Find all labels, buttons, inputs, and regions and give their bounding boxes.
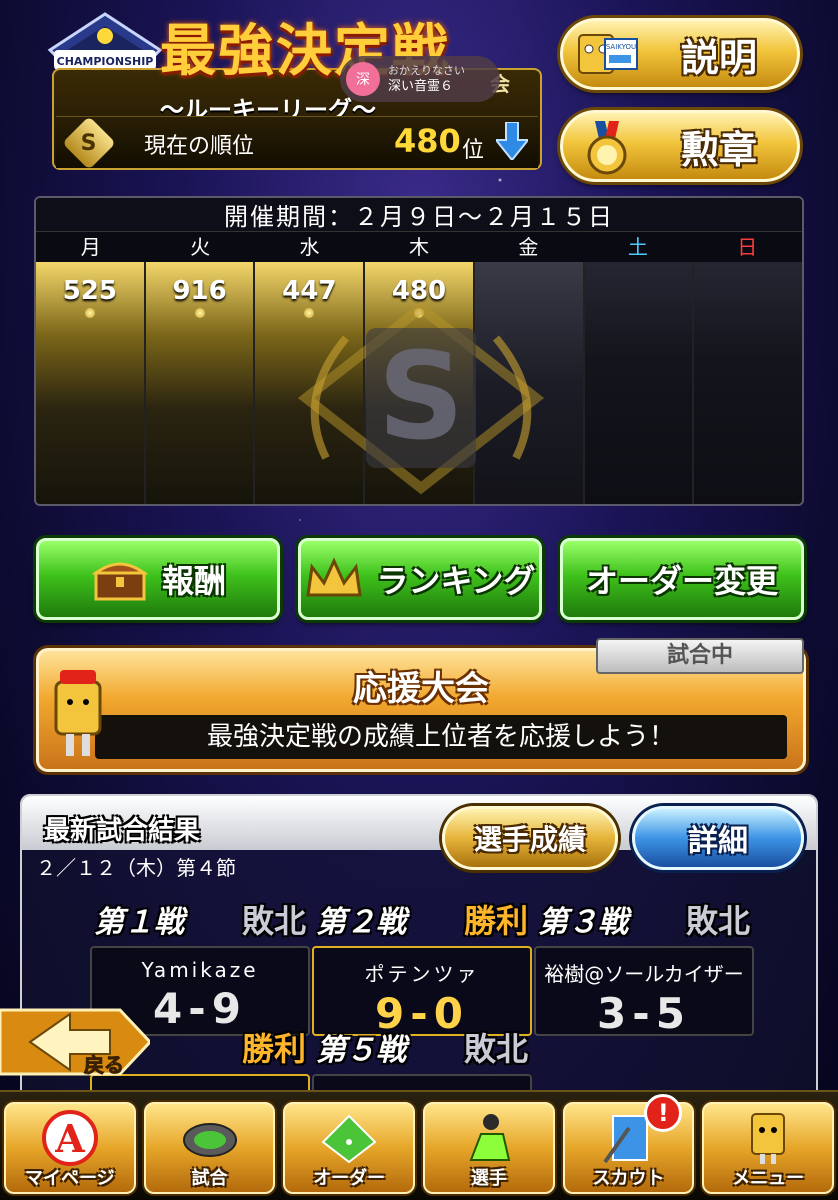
weekday-sat: 土 <box>627 235 648 259</box>
nav-mypage[interactable]: A マイページ <box>4 1102 136 1194</box>
weekday-wed: 水 <box>299 235 320 259</box>
opponent-name: ポテンツァ <box>364 962 480 986</box>
in-progress-badge: 試合中 <box>596 638 804 674</box>
svg-text:CHAMPIONSHIP: CHAMPIONSHIP <box>57 55 154 68</box>
schedule-board: 開催期間：２月９日～２月１５日 月 火 水 木 金 土 日 525 916 44… <box>34 196 804 506</box>
weekday-fri: 金 <box>518 235 539 259</box>
game-score-card: 裕樹@ソールカイザー 3-5 <box>534 946 754 1038</box>
explain-button[interactable]: SAIKYOU 説明 <box>560 18 800 90</box>
game-number: 第５戦 <box>316 1033 406 1068</box>
mascot-icon <box>54 670 102 756</box>
day-rank: 447 <box>282 276 337 306</box>
greeting-text: おかえりなさい <box>388 64 465 77</box>
game-result: 敗北 <box>241 902 306 940</box>
nav-label: 選手 <box>470 1168 507 1189</box>
game-result: 敗北 <box>463 1030 528 1068</box>
medal-button[interactable]: 勲章 <box>560 110 800 182</box>
game-result: 敗北 <box>685 902 750 940</box>
player-stats-button[interactable]: 選手成績 <box>442 806 618 870</box>
game-score: 3-5 <box>597 989 691 1038</box>
nav-game[interactable]: 試合 <box>143 1102 276 1194</box>
ranking-button[interactable]: ランキング <box>298 538 542 620</box>
menu-icon <box>751 1113 786 1164</box>
explain-label: 説明 <box>680 35 757 80</box>
rank-label: 現在の順位 <box>144 134 255 159</box>
player-icon <box>469 1114 511 1161</box>
nav-label: マイページ <box>25 1168 115 1189</box>
weekday-mon: 月 <box>80 235 101 259</box>
mascot-book-icon: SAIKYOU <box>578 34 638 74</box>
day-rank: 916 <box>172 276 227 306</box>
reward-button[interactable]: 報酬 <box>36 538 280 620</box>
daily-rank-columns: 525 916 447 480 S <box>36 262 802 504</box>
day-column-mon: 525 <box>36 262 146 504</box>
treasure-chest-icon <box>91 562 149 601</box>
nav-player[interactable]: 選手 <box>423 1102 555 1194</box>
reward-label: 報酬 <box>161 562 226 600</box>
mypage-icon: A <box>41 1110 98 1166</box>
day-marker <box>414 308 425 318</box>
weekday-row: 月 火 水 木 金 土 日 <box>36 232 802 262</box>
day-marker <box>194 308 205 318</box>
nav-scout[interactable]: スカウト ! <box>562 1094 695 1194</box>
order-change-button[interactable]: オーダー変更 <box>560 538 804 620</box>
nav-menu[interactable]: メニュー <box>702 1102 835 1194</box>
weekday-thu: 木 <box>408 235 429 259</box>
ranking-label: ランキング <box>376 562 536 600</box>
nav-label: スカウト <box>592 1168 665 1189</box>
day-column-tue: 916 <box>145 262 256 504</box>
results-date: ２／１２（木）第４節 <box>36 856 236 880</box>
scout-alert-badge: ! <box>644 1094 683 1132</box>
weekday-sun: 日 <box>737 235 758 259</box>
game-result: 勝利 <box>241 1030 306 1068</box>
crown-icon <box>306 557 363 597</box>
weekday-tue: 火 <box>190 235 211 259</box>
opponent-name: Yamikaze <box>141 958 259 982</box>
field-icon <box>321 1114 377 1164</box>
game-score-card: ポテンツァ 9-0 <box>312 946 532 1038</box>
medal-icon <box>587 121 627 175</box>
game-number: 第３戦 <box>538 905 628 940</box>
rank-value: 480 <box>394 122 461 160</box>
day-column-sat <box>584 262 695 504</box>
game-card-2[interactable]: 第２戦 勝利 ポテンツァ 9-0 <box>312 896 532 1038</box>
detail-button[interactable]: 詳細 <box>632 806 804 870</box>
day-column-thu: 480 <box>365 262 475 504</box>
game-card-3[interactable]: 第３戦 敗北 裕樹@ソールカイザー 3-5 <box>534 896 754 1038</box>
welcome-toast[interactable]: 深 おかえりなさい 深い音霊６ <box>340 56 500 102</box>
svg-text:SAIKYOU: SAIKYOU <box>606 43 636 51</box>
day-marker <box>304 308 315 318</box>
game-result: 勝利 <box>463 902 528 940</box>
nav-label: メニュー <box>732 1168 805 1189</box>
back-label: 戻る <box>84 1053 124 1077</box>
day-marker <box>84 308 95 318</box>
results-title: 最新試合結果 <box>44 816 201 846</box>
game-number: 第１戦 <box>94 905 184 940</box>
game-number: 第２戦 <box>316 905 406 940</box>
medal-label: 勲章 <box>680 127 757 172</box>
day-rank: 525 <box>62 276 117 306</box>
back-button[interactable]: 戻る <box>0 1000 150 1084</box>
user-avatar: 深 <box>346 62 380 96</box>
schedule-period: 開催期間：２月９日～２月１５日 <box>36 198 802 232</box>
stadium-icon <box>182 1123 237 1157</box>
day-column-fri <box>474 262 585 504</box>
nav-label: オーダー <box>313 1168 386 1189</box>
nav-label: 試合 <box>191 1168 228 1189</box>
day-column-wed: 447 <box>255 262 366 504</box>
day-column-sun <box>694 262 802 504</box>
opponent-name: 裕樹@ソールカイザー <box>544 962 744 986</box>
svg-text:A: A <box>54 1116 85 1161</box>
game-card-5[interactable]: 第５戦敗北 Kaz <box>312 1024 532 1092</box>
day-rank: 480 <box>391 276 447 306</box>
order-change-label: オーダー変更 <box>585 562 778 600</box>
nav-order[interactable]: オーダー <box>283 1102 416 1194</box>
rank-unit: 位 <box>462 138 485 163</box>
bottom-nav: A マイページ 試合 オーダー 選手 スカウト ! メニュー <box>0 1090 838 1200</box>
username-text: 深い音霊６ <box>388 79 454 94</box>
rank-down-arrow-icon <box>496 122 528 160</box>
support-description: 最強決定戦の成績上位者を応援しよう！ <box>95 715 787 759</box>
